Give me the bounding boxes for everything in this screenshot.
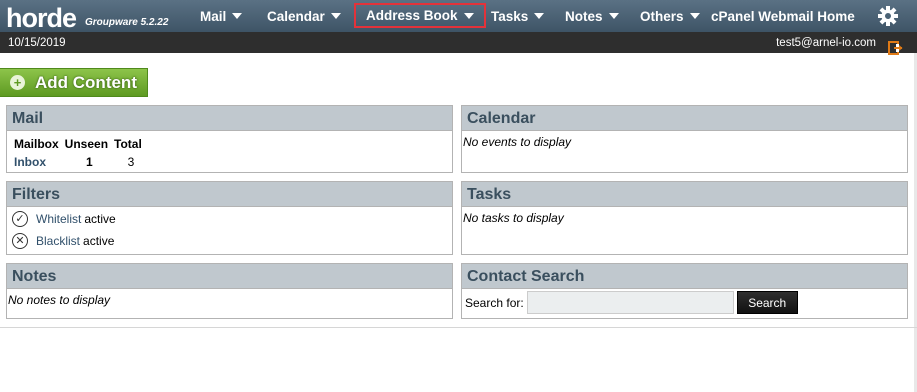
gear-icon[interactable] [877, 5, 899, 27]
search-button[interactable]: Search [736, 291, 798, 314]
check-circle-icon: ✓ [12, 211, 28, 227]
nav-cpanel-label: cPanel Webmail Home [711, 8, 855, 24]
calendar-empty-message: No events to display [463, 135, 572, 149]
filters-panel-title[interactable]: Filters [7, 182, 452, 207]
filter-item-whitelist: ✓ Whitelist active [7, 208, 452, 230]
logout-icon[interactable] [888, 40, 904, 56]
unseen-count: 1 [86, 155, 93, 169]
contact-search-input[interactable] [526, 291, 734, 314]
user-email: test5@arnel-io.com [776, 37, 876, 49]
contact-search-form: Search for: Search [462, 289, 907, 314]
nav-address-book[interactable]: Address Book [354, 3, 486, 28]
tasks-panel-title[interactable]: Tasks [462, 182, 907, 207]
tasks-panel: Tasks No tasks to display [461, 181, 908, 255]
top-navigation-bar: horde Groupware 5.2.22 Mail Calendar Add… [0, 0, 917, 32]
nav-tasks[interactable]: Tasks [491, 4, 545, 28]
nav-mail[interactable]: Mail [200, 4, 243, 28]
inbox-link[interactable]: Inbox [14, 153, 65, 171]
table-row: Inbox 1 3 [14, 153, 148, 171]
chevron-down-icon [330, 13, 341, 19]
add-content-label: Add Content [35, 72, 137, 92]
notes-panel-title[interactable]: Notes [7, 264, 452, 289]
nav-tasks-label: Tasks [491, 8, 529, 24]
nav-mail-label: Mail [200, 8, 227, 24]
horde-logo[interactable]: horde Groupware 5.2.22 [6, 0, 168, 32]
notes-empty-message: No notes to display [8, 293, 111, 307]
divider [0, 327, 917, 328]
x-circle-icon: ✕ [12, 233, 28, 249]
chevron-down-icon [232, 13, 243, 19]
chevron-down-icon [608, 13, 619, 19]
add-content-button[interactable]: + Add Content [0, 68, 148, 97]
mail-summary-table: Mailbox Unseen Total Inbox 1 3 [14, 135, 148, 171]
contact-search-panel-title[interactable]: Contact Search [462, 264, 907, 289]
nav-others[interactable]: Others [640, 4, 700, 28]
search-for-label: Search for: [465, 295, 524, 310]
nav-others-label: Others [640, 8, 684, 24]
filter-status: active [83, 234, 115, 248]
table-header-row: Mailbox Unseen Total [14, 135, 148, 153]
filter-status: active [84, 212, 116, 226]
column-header: Total [114, 137, 142, 151]
calendar-panel: Calendar No events to display [461, 105, 908, 173]
plus-icon: + [10, 75, 25, 90]
notes-panel: Notes No notes to display [6, 263, 453, 319]
calendar-panel-title[interactable]: Calendar [462, 106, 907, 131]
column-header: Unseen [64, 137, 109, 151]
logo-version: Groupware 5.2.22 [85, 17, 169, 28]
column-header: Mailbox [14, 137, 59, 151]
status-bar: 10/15/2019 test5@arnel-io.com [0, 32, 917, 53]
nav-address-book-label: Address Book [366, 8, 458, 23]
logo-wordmark: horde [6, 3, 77, 33]
nav-notes[interactable]: Notes [565, 4, 619, 28]
chevron-down-icon [689, 13, 700, 19]
nav-cpanel-webmail-home[interactable]: cPanel Webmail Home [711, 4, 855, 28]
current-date: 10/15/2019 [8, 37, 66, 49]
mail-panel-title[interactable]: Mail [7, 106, 452, 131]
whitelist-link[interactable]: Whitelist [36, 212, 81, 226]
contact-search-panel: Contact Search Search for: Search [461, 263, 908, 319]
chevron-down-icon [534, 13, 545, 19]
tasks-empty-message: No tasks to display [463, 211, 564, 225]
filter-item-blacklist: ✕ Blacklist active [7, 230, 452, 252]
nav-calendar-label: Calendar [267, 8, 325, 24]
blacklist-link[interactable]: Blacklist [36, 234, 80, 248]
filters-panel: Filters ✓ Whitelist active ✕ Blacklist a… [6, 181, 453, 255]
total-count: 3 [127, 155, 135, 169]
mail-panel: Mail Mailbox Unseen Total Inbox 1 3 [6, 105, 453, 173]
nav-notes-label: Notes [565, 8, 603, 24]
chevron-down-icon [463, 12, 474, 19]
nav-calendar[interactable]: Calendar [267, 4, 341, 28]
